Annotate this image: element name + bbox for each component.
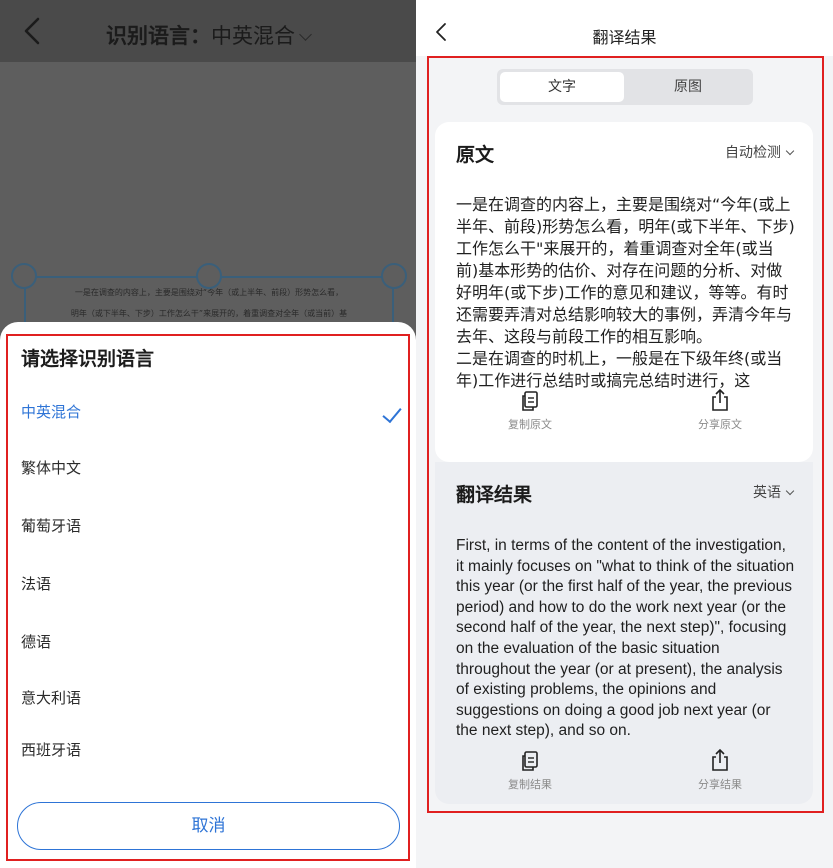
view-mode-segmented-control: 文字 原图 — [497, 69, 753, 105]
language-option-french[interactable]: 法语 — [21, 564, 401, 604]
chevron-down-icon — [785, 486, 795, 496]
chevron-down-icon — [785, 146, 795, 156]
option-label: 法语 — [21, 575, 52, 593]
share-original-button[interactable]: 分享原文 — [665, 388, 775, 432]
sheet-title: 请选择识别语言 — [21, 348, 155, 370]
original-text-card: 原文 自动检测 一是在调查的内容上，主要是围绕对“今年(或上半年、前段)形势怎么… — [435, 122, 813, 462]
copy-icon — [522, 391, 538, 411]
copy-original-button[interactable]: 复制原文 — [475, 390, 585, 432]
target-language-selector[interactable]: 英语 — [753, 482, 795, 502]
copy-result-label: 复制结果 — [508, 778, 552, 791]
page-title: 翻译结果 — [592, 28, 657, 47]
share-result-label: 分享结果 — [698, 778, 742, 791]
copy-icon — [522, 751, 538, 771]
source-language-label: 自动检测 — [725, 145, 781, 161]
language-option-italian[interactable]: 意大利语 — [21, 678, 401, 718]
option-label: 意大利语 — [21, 689, 82, 707]
tab-original-image[interactable]: 原图 — [626, 72, 750, 102]
option-label: 西班牙语 — [21, 741, 82, 759]
language-option-spanish[interactable]: 西班牙语 — [21, 730, 401, 770]
crop-handle-top-right[interactable] — [381, 263, 407, 289]
option-label: 繁体中文 — [21, 459, 82, 477]
translation-result-screen: 翻译结果 文字 原图 原文 自动检测 一是在调查的内容上，主要是围绕对“今年(或… — [416, 0, 833, 868]
translation-card: 翻译结果 英语 First, in terms of the content o… — [435, 462, 813, 804]
share-icon — [712, 388, 728, 411]
copy-result-button[interactable]: 复制结果 — [475, 750, 585, 792]
cancel-button[interactable]: 取消 — [17, 802, 400, 850]
source-language-selector[interactable]: 自动检测 — [725, 142, 795, 162]
language-option-portuguese[interactable]: 葡萄牙语 — [21, 506, 401, 546]
language-bottom-sheet: 请选择识别语言 中英混合 繁体中文 葡萄牙语 法语 德语 意大利语 西班牙语 取… — [0, 322, 416, 868]
chevron-down-icon — [299, 28, 312, 41]
share-icon — [712, 748, 728, 771]
language-option-traditional-chinese[interactable]: 繁体中文 — [21, 448, 401, 488]
tab-text[interactable]: 文字 — [500, 72, 624, 102]
title-language-value: 中英混合 — [211, 24, 295, 48]
option-label: 德语 — [21, 633, 52, 651]
share-result-button[interactable]: 分享结果 — [665, 748, 775, 792]
checkmark-icon — [382, 402, 402, 424]
copy-original-label: 复制原文 — [508, 418, 552, 431]
target-language-label: 英语 — [753, 485, 781, 501]
language-option-mixed[interactable]: 中英混合 — [21, 392, 402, 432]
original-text[interactable]: 一是在调查的内容上，主要是围绕对“今年(或上半年、前段)形势怎么看，明年(或下半… — [456, 194, 795, 398]
translation-text[interactable]: First, in terms of the content of the in… — [456, 536, 795, 742]
share-original-label: 分享原文 — [698, 418, 742, 431]
top-bar: 翻译结果 — [416, 0, 833, 56]
translation-heading: 翻译结果 — [456, 484, 533, 506]
document-line-2: 明年（或下半年、下步）工作怎么干”来展开的，着重调查对全年（或当前）基 — [70, 309, 348, 318]
original-heading: 原文 — [456, 144, 495, 166]
language-picker-screen: 识别语言：中英混合 一是在调查的内容上，主要是围绕对“今年（或上半年、前段）形势… — [0, 0, 416, 868]
top-bar: 识别语言：中英混合 — [0, 0, 416, 62]
crop-handle-top-center[interactable] — [196, 263, 222, 289]
language-option-german[interactable]: 德语 — [21, 622, 401, 662]
crop-handle-top-left[interactable] — [11, 263, 37, 289]
recognition-language-selector[interactable]: 识别语言：中英混合 — [0, 20, 416, 50]
title-prefix: 识别语言： — [106, 24, 211, 48]
option-label: 葡萄牙语 — [21, 517, 82, 535]
option-label: 中英混合 — [21, 403, 82, 421]
